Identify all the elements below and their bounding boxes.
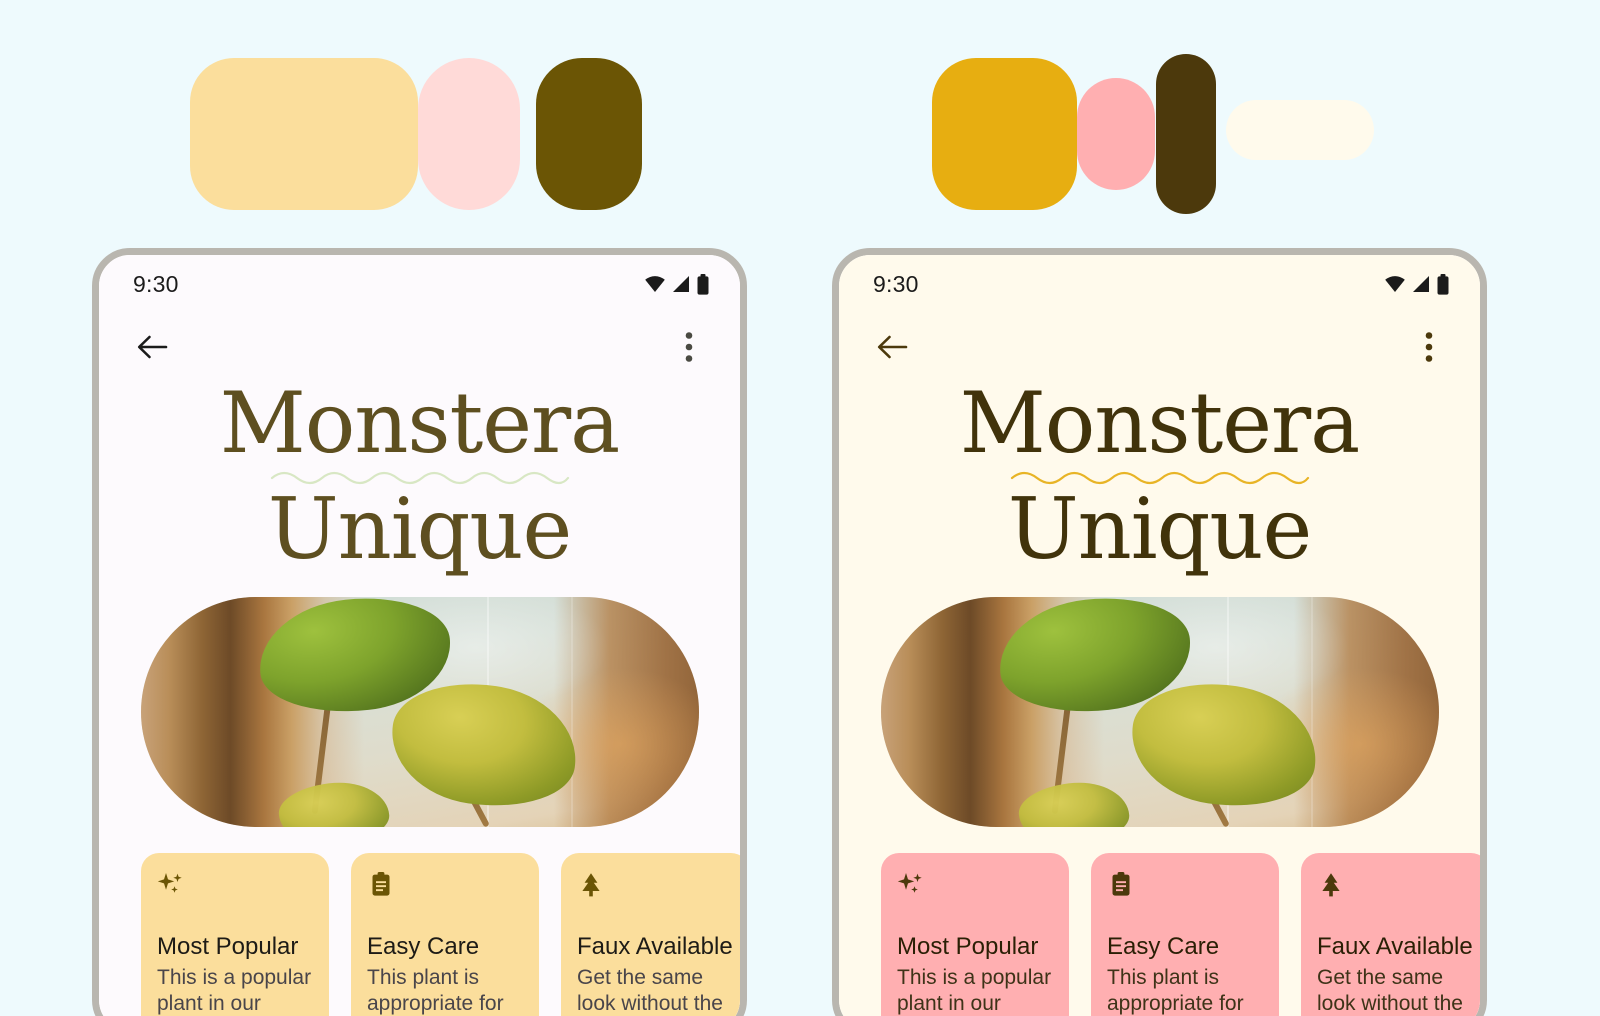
info-card-title: Most Popular	[157, 933, 299, 960]
clipboard-icon	[1107, 871, 1263, 904]
info-card-body: This plant is appropriate for	[1107, 966, 1244, 1016]
info-card-body: This is a popular plant in our store	[157, 966, 312, 1016]
more-vertical-icon	[1425, 332, 1433, 362]
hero-title-line-1: Monstera	[219, 374, 621, 472]
sparkles-icon	[897, 871, 1053, 904]
info-card-title: Faux Available	[577, 933, 733, 960]
back-button[interactable]	[129, 324, 175, 370]
status-bar-icons	[1384, 273, 1450, 295]
arrow-left-icon	[877, 335, 908, 359]
arrow-left-icon	[137, 335, 168, 359]
back-button[interactable]	[869, 324, 915, 370]
info-card[interactable]: Most Popular This is a popular plant in …	[881, 853, 1069, 1016]
plant-hero-image	[141, 597, 699, 827]
info-card-title: Easy Care	[1107, 933, 1220, 960]
plant-leaf	[276, 779, 392, 827]
info-card[interactable]: Easy Care This plant is appropriate for	[351, 853, 539, 1016]
signal-icon	[673, 276, 689, 292]
status-bar: 9:30	[839, 255, 1480, 313]
swatch-right-3	[1156, 54, 1216, 214]
wifi-icon	[1385, 276, 1405, 292]
hero-title-block: Monstera Unique	[839, 381, 1480, 571]
info-card-title: Most Popular	[897, 933, 1039, 960]
swatch-right-4	[1226, 100, 1374, 160]
swatch-right-1	[932, 58, 1077, 210]
sparkles-icon	[157, 871, 313, 904]
swatch-left-3	[536, 58, 642, 210]
info-card-body: This is a popular plant in our store	[897, 966, 1052, 1016]
phone-left-light-theme: 9:30 Monstera Unique Most Popular This i…	[92, 248, 747, 1016]
swatch-left-1	[190, 58, 418, 210]
app-bar	[99, 313, 740, 381]
status-bar-time: 9:30	[133, 270, 179, 297]
info-card-title: Faux Available	[1317, 933, 1473, 960]
info-card-title: Easy Care	[367, 933, 480, 960]
info-card[interactable]: Faux Available Get the same look without…	[561, 853, 740, 1016]
info-card-body: This plant is appropriate for	[367, 966, 504, 1016]
plant-photo	[141, 597, 699, 827]
info-card-list: Most Popular This is a popular plant in …	[881, 853, 1480, 1016]
phone-screen: 9:30 Monstera Unique Most Popular This i…	[99, 255, 740, 1016]
hero-title-line-1: Monstera	[959, 374, 1361, 472]
info-card[interactable]: Most Popular This is a popular plant in …	[141, 853, 329, 1016]
phone-screen: 9:30 Monstera Unique Most Popular This i…	[839, 255, 1480, 1016]
swatch-left-2	[418, 58, 520, 210]
swatch-right-2	[1077, 78, 1155, 190]
glass-streak	[1310, 597, 1313, 827]
info-card-list: Most Popular This is a popular plant in …	[141, 853, 740, 1016]
info-card-body: Get the same look without the	[1317, 966, 1463, 1016]
tree-icon	[1317, 871, 1473, 904]
info-card[interactable]: Faux Available Get the same look without…	[1301, 853, 1480, 1016]
left-palette	[190, 50, 660, 210]
glass-streak	[570, 597, 573, 827]
signal-icon	[1413, 276, 1429, 292]
status-bar-icons	[644, 273, 710, 295]
hero-title-line-2: Unique	[267, 480, 572, 578]
overflow-menu-button[interactable]	[1406, 324, 1452, 370]
clipboard-icon	[367, 871, 523, 904]
more-vertical-icon	[685, 332, 693, 362]
plant-leaf	[1016, 779, 1132, 827]
right-palette	[932, 50, 1382, 214]
info-card-body: Get the same look without the	[577, 966, 723, 1016]
app-bar	[839, 313, 1480, 381]
status-bar: 9:30	[99, 255, 740, 313]
status-bar-time: 9:30	[873, 270, 919, 297]
overflow-menu-button[interactable]	[666, 324, 712, 370]
hero-title-line-2: Unique	[1007, 480, 1312, 578]
battery-icon	[1437, 273, 1449, 295]
plant-photo	[881, 597, 1439, 827]
hero-title-block: Monstera Unique	[99, 381, 740, 571]
wifi-icon	[645, 276, 665, 292]
battery-icon	[697, 273, 709, 295]
phone-right-cream-theme: 9:30 Monstera Unique Most Popular This i…	[832, 248, 1487, 1016]
plant-hero-image	[881, 597, 1439, 827]
tree-icon	[577, 871, 733, 904]
info-card[interactable]: Easy Care This plant is appropriate for	[1091, 853, 1279, 1016]
